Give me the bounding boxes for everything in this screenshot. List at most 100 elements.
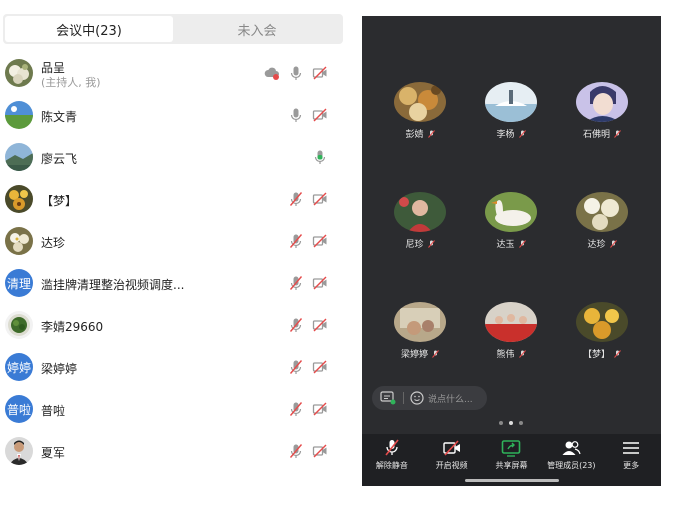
mic-muted-icon[interactable]	[288, 401, 304, 417]
page-dot[interactable]	[499, 421, 503, 425]
camera-off-icon[interactable]	[312, 107, 328, 123]
video-tile[interactable]: 达珍	[562, 192, 642, 250]
participant-avatar	[485, 302, 537, 342]
participant-row[interactable]: 陈文青	[0, 94, 343, 136]
mic-muted-icon	[518, 349, 526, 358]
avatar: 普啦	[5, 395, 33, 423]
mic-on-icon[interactable]	[288, 107, 304, 123]
camera-off-icon[interactable]	[312, 359, 328, 375]
video-tile[interactable]: 尼珍	[380, 192, 460, 250]
mic-muted-icon[interactable]	[288, 233, 304, 249]
video-tile-name: 尼珍	[405, 240, 424, 250]
video-tile-name: 熊伟	[496, 350, 515, 360]
participant-list: 品呈 (主持人, 我) 陈文青 廖云飞 【梦】 达珍 清理 滥挂牌清理整治视频调…	[0, 52, 343, 472]
avatar	[5, 185, 33, 213]
camera-off-icon[interactable]	[312, 317, 328, 333]
unmute-label: 解除静音	[375, 461, 408, 470]
video-tile-name: 达珍	[587, 240, 606, 250]
camera-off-icon[interactable]	[312, 233, 328, 249]
video-tile-name: 达玉	[496, 240, 515, 250]
video-tile[interactable]: 熊伟	[471, 302, 551, 360]
mic-muted-icon	[614, 129, 621, 138]
unmute-button[interactable]: 解除静音	[362, 434, 422, 486]
participant-row[interactable]: 普啦 普啦	[0, 388, 343, 430]
participant-avatar	[576, 82, 628, 122]
mic-active-icon[interactable]	[312, 149, 328, 165]
video-tile-name: 李杨	[496, 130, 515, 140]
participant-avatar	[394, 302, 446, 342]
participant-controls	[288, 401, 328, 417]
camera-off-icon[interactable]	[312, 401, 328, 417]
camera-off-icon[interactable]	[312, 443, 328, 459]
video-tile[interactable]: 【梦】	[562, 302, 642, 360]
video-tile-name: 【梦】	[582, 350, 610, 360]
video-tile[interactable]: 石佛明	[562, 82, 642, 140]
tab-not-joined[interactable]: 未入会	[173, 16, 341, 42]
participant-row[interactable]: 品呈 (主持人, 我)	[0, 52, 343, 94]
participant-row[interactable]: 婷婷 梁婷婷	[0, 346, 343, 388]
avatar	[5, 101, 33, 129]
participant-row[interactable]: 【梦】	[0, 178, 343, 220]
mic-muted-icon	[385, 439, 399, 456]
participant-controls	[288, 443, 328, 459]
participant-name: 普啦	[41, 404, 66, 418]
participant-name: 陈文青	[41, 110, 78, 124]
chat-input[interactable]: 说点什么...	[372, 386, 487, 410]
page-dot[interactable]	[519, 421, 523, 425]
mic-muted-icon[interactable]	[288, 443, 304, 459]
participant-row[interactable]: 廖云飞	[0, 136, 343, 178]
camera-off-icon	[442, 440, 460, 456]
mic-muted-icon[interactable]	[288, 359, 304, 375]
emoji-icon[interactable]	[410, 391, 424, 405]
start-video-label: 开启视频	[435, 461, 468, 470]
video-tile[interactable]: 梁婷婷	[380, 302, 460, 360]
participant-name: 【梦】	[41, 194, 78, 208]
chat-bubble-icon[interactable]	[380, 391, 396, 405]
mic-muted-icon[interactable]	[288, 317, 304, 333]
page-dot-active[interactable]	[509, 421, 513, 425]
participant-row[interactable]: 李婧29660	[0, 304, 343, 346]
participant-row[interactable]: 达珍	[0, 220, 343, 262]
cloud-record-icon	[264, 67, 279, 80]
participant-name: 达珍	[41, 236, 66, 250]
mic-muted-icon[interactable]	[288, 191, 304, 207]
tab-in-meeting[interactable]: 会议中(23)	[5, 16, 173, 42]
video-tile-name: 石佛明	[582, 130, 610, 140]
video-tile[interactable]: 李杨	[471, 82, 551, 140]
share-screen-icon	[502, 440, 521, 457]
mic-muted-icon[interactable]	[288, 275, 304, 291]
participant-tabs: 会议中(23) 未入会	[3, 14, 343, 44]
mic-on-icon[interactable]	[288, 65, 304, 81]
chat-placeholder: 说点什么...	[428, 394, 473, 405]
avatar: 婷婷	[5, 353, 33, 381]
page-indicator	[499, 421, 523, 425]
participant-controls	[288, 107, 328, 123]
participant-controls	[288, 191, 328, 207]
participant-name: 李婧29660	[41, 320, 104, 334]
video-tile-name: 梁婷婷	[400, 350, 428, 360]
participant-controls	[288, 275, 328, 291]
participant-avatar	[576, 302, 628, 342]
more-button[interactable]: 更多	[601, 434, 661, 486]
participant-avatar	[485, 192, 537, 232]
camera-off-icon[interactable]	[312, 65, 328, 81]
video-tile[interactable]: 达玉	[471, 192, 551, 250]
mic-muted-icon	[609, 239, 617, 248]
participant-controls	[288, 233, 328, 249]
camera-off-icon[interactable]	[312, 191, 328, 207]
camera-off-icon[interactable]	[312, 275, 328, 291]
video-tile-name: 彭婧	[405, 130, 424, 140]
participant-name: 廖云飞	[41, 152, 78, 166]
share-screen-label: 共享屏幕	[495, 461, 528, 470]
mic-muted-icon	[614, 349, 621, 358]
manage-members-label: 管理成员(23)	[547, 461, 596, 470]
members-icon	[562, 441, 581, 455]
mic-muted-icon	[432, 349, 439, 358]
video-tile[interactable]: 彭婧	[380, 82, 460, 140]
participant-row[interactable]: 夏军	[0, 430, 343, 472]
participant-name: 夏军	[41, 446, 66, 460]
participant-row[interactable]: 清理 滥挂牌清理整治视频调度...	[0, 262, 343, 304]
participant-avatar	[485, 82, 537, 122]
avatar	[5, 143, 33, 171]
participant-controls	[264, 65, 328, 81]
